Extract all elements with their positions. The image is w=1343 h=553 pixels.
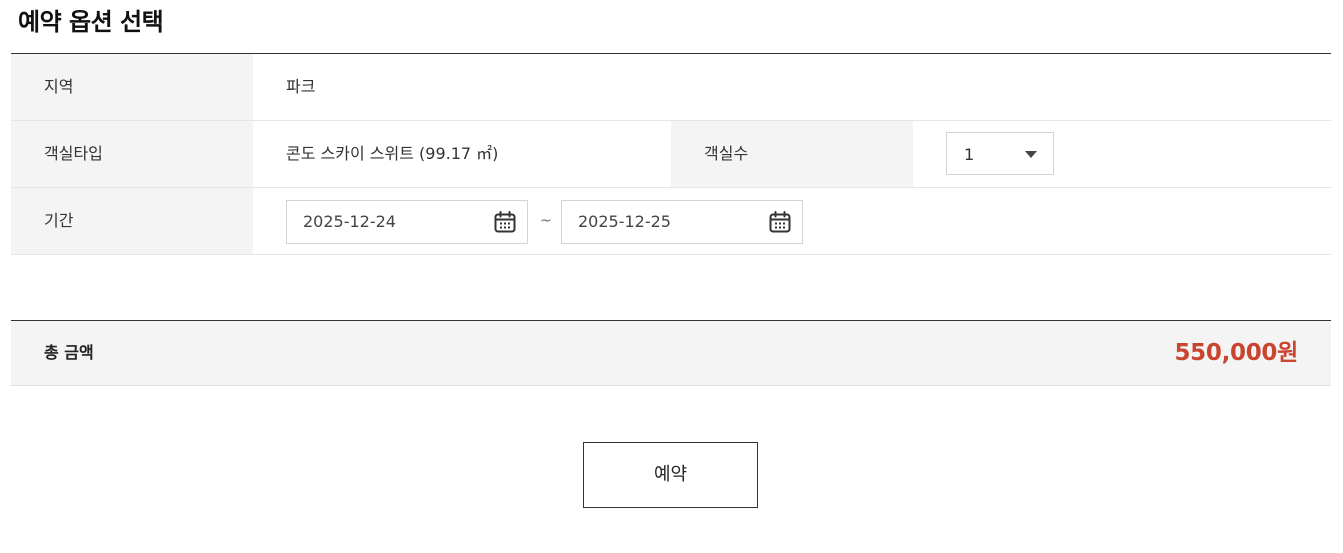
region-value: 파크 (286, 77, 316, 96)
reservation-options-page: 예약 옵션 선택 지역 파크 객실타입 콘도 스카이 스위트 (99.17 ㎡)… (0, 0, 1343, 553)
start-date-input[interactable]: 2025-12-24 (286, 200, 528, 244)
date-range-separator: ~ (540, 213, 552, 229)
room-count-label: 객실수 (671, 121, 913, 187)
region-label: 지역 (11, 54, 253, 120)
calendar-icon[interactable] (768, 210, 792, 234)
room-count-value: 1 (964, 145, 975, 164)
start-date-value: 2025-12-24 (303, 212, 396, 231)
reserve-button[interactable]: 예약 (583, 442, 758, 508)
region-row: 지역 파크 (11, 54, 1331, 121)
total-price-row: 총 금액 550,000원 (11, 320, 1331, 386)
room-type-row: 객실타입 콘도 스카이 스위트 (99.17 ㎡) 객실수 1 (11, 121, 1331, 188)
total-price-label: 총 금액 (44, 343, 94, 362)
total-price-value: 550,000원 (1174, 340, 1298, 366)
end-date-value: 2025-12-25 (578, 212, 671, 231)
end-date-input[interactable]: 2025-12-25 (561, 200, 803, 244)
options-table: 지역 파크 객실타입 콘도 스카이 스위트 (99.17 ㎡) 객실수 1 기간… (11, 53, 1331, 255)
period-label: 기간 (11, 188, 253, 254)
room-type-value: 콘도 스카이 스위트 (99.17 ㎡) (286, 144, 499, 163)
room-count-select[interactable]: 1 (946, 132, 1054, 175)
room-type-label: 객실타입 (11, 121, 253, 187)
period-row: 기간 2025-12-24 ~ 2025-12-25 (11, 188, 1331, 255)
calendar-icon[interactable] (493, 210, 517, 234)
page-title: 예약 옵션 선택 (18, 8, 164, 36)
caret-down-icon (1025, 151, 1037, 158)
